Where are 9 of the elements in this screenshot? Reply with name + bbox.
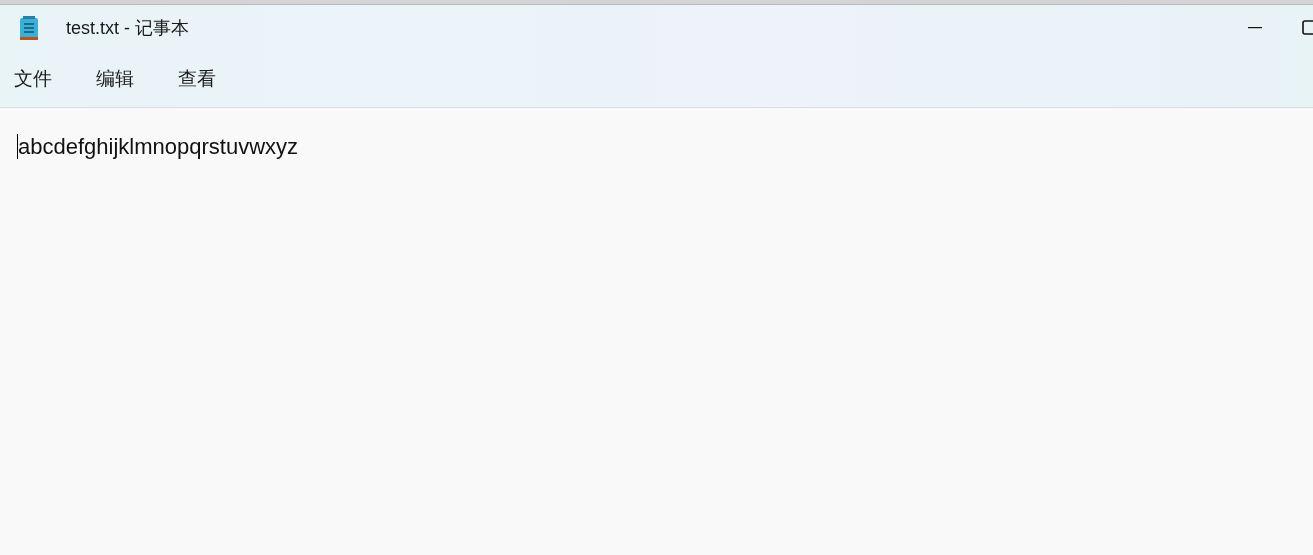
window-title: test.txt - 记事本 xyxy=(66,16,189,40)
minimize-icon xyxy=(1248,26,1262,29)
maximize-icon xyxy=(1302,19,1313,36)
text-editor[interactable]: abcdefghijklmnopqrstuvwxyz xyxy=(0,108,1313,555)
notepad-icon xyxy=(18,14,40,41)
document-text: abcdefghijklmnopqrstuvwxyz xyxy=(17,134,299,159)
menu-item[interactable]: 查看 xyxy=(168,59,226,98)
menu-item[interactable]: 编辑 xyxy=(86,59,144,98)
menu-item[interactable]: 文件 xyxy=(4,59,62,98)
